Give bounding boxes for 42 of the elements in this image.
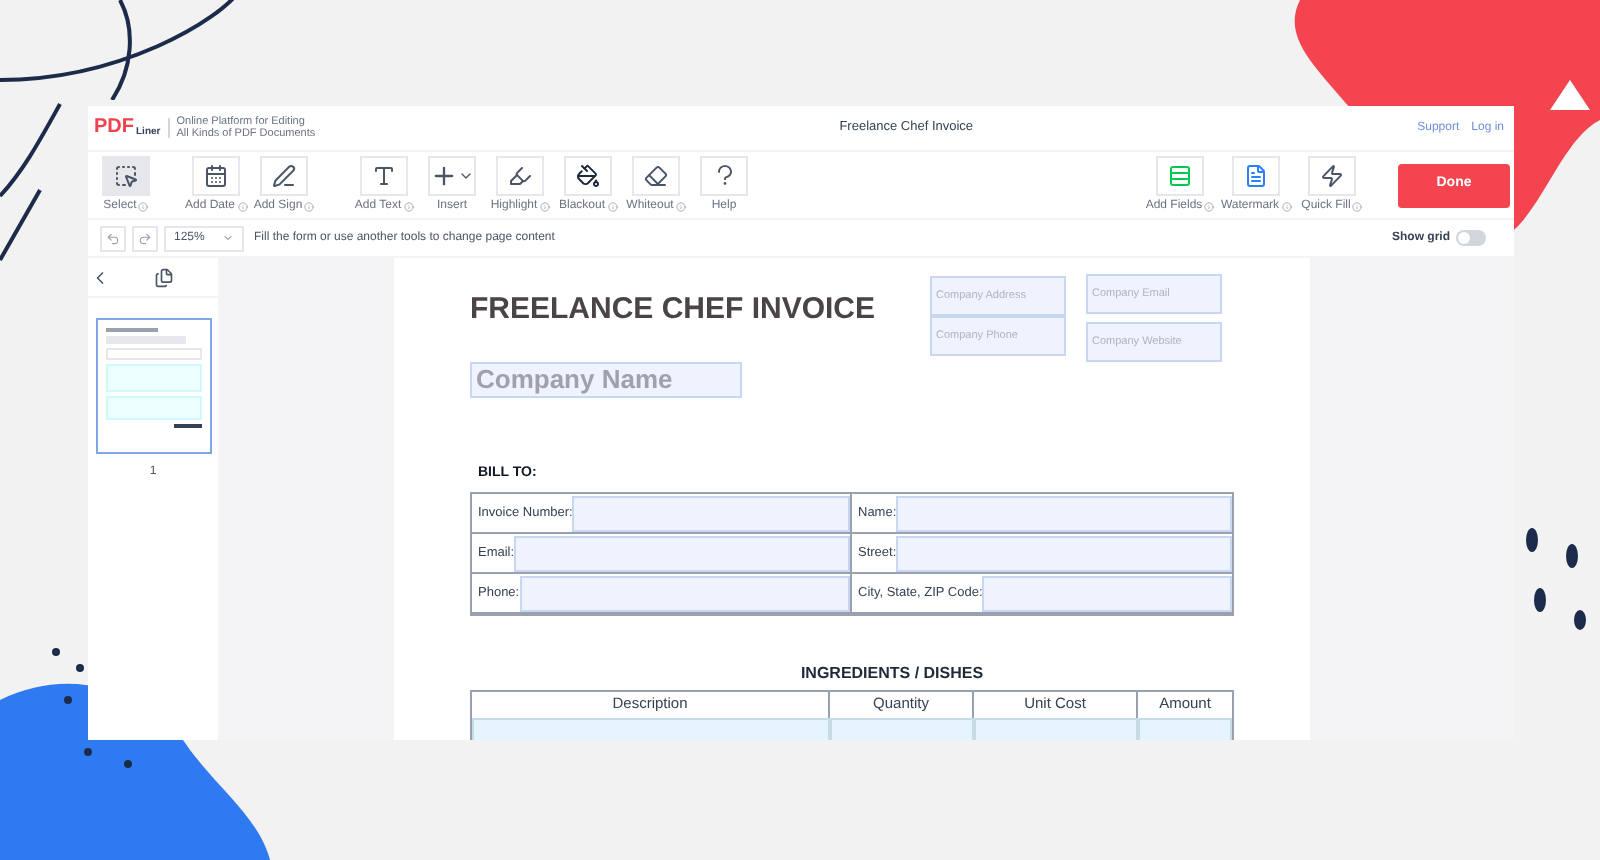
pages-icon[interactable] xyxy=(154,267,174,287)
company-name-field[interactable]: Company Name xyxy=(470,361,742,397)
plus-icon xyxy=(430,161,458,189)
cursor-icon xyxy=(114,163,138,187)
input-field[interactable] xyxy=(572,495,850,531)
input-field[interactable] xyxy=(982,575,1232,611)
bucket-icon xyxy=(576,163,600,187)
document-icon xyxy=(1244,163,1268,187)
eraser-icon xyxy=(644,163,668,187)
input-field[interactable] xyxy=(519,575,850,611)
table-input[interactable] xyxy=(1138,718,1232,740)
tool-button[interactable] xyxy=(632,155,680,195)
tool-button[interactable] xyxy=(360,155,408,195)
tool-button[interactable] xyxy=(496,155,544,195)
tool-button[interactable] xyxy=(260,155,308,195)
section-heading: INGREDIENTS / DISHES xyxy=(798,662,986,686)
logo-text: PDF xyxy=(94,118,134,138)
calendar-icon xyxy=(204,163,228,187)
undo-button[interactable] xyxy=(100,225,126,251)
table-input[interactable] xyxy=(472,718,830,740)
input-field[interactable] xyxy=(514,535,850,571)
page-thumbnail[interactable] xyxy=(95,318,211,454)
table-input[interactable] xyxy=(974,718,1138,740)
table-input[interactable] xyxy=(830,718,974,740)
input-field[interactable] xyxy=(896,495,1232,531)
tool-button[interactable] xyxy=(428,155,476,195)
tool-button[interactable] xyxy=(564,155,612,195)
tool-button[interactable] xyxy=(102,155,150,195)
text-icon xyxy=(372,163,396,187)
grid-toggle[interactable] xyxy=(1456,230,1486,246)
redo-icon xyxy=(138,231,152,245)
tool-button[interactable] xyxy=(192,155,240,195)
invoice-title: FREELANCE CHEF INVOICE xyxy=(470,290,876,330)
lightning-icon xyxy=(1320,163,1344,187)
rows-icon xyxy=(1168,163,1192,187)
caret-icon xyxy=(222,232,234,244)
undo-icon xyxy=(106,231,120,245)
tool-button[interactable] xyxy=(1308,155,1356,195)
pen-icon xyxy=(272,163,296,187)
redo-button[interactable] xyxy=(132,225,158,251)
input-field[interactable] xyxy=(896,535,1232,571)
highlighter-icon xyxy=(508,163,532,187)
